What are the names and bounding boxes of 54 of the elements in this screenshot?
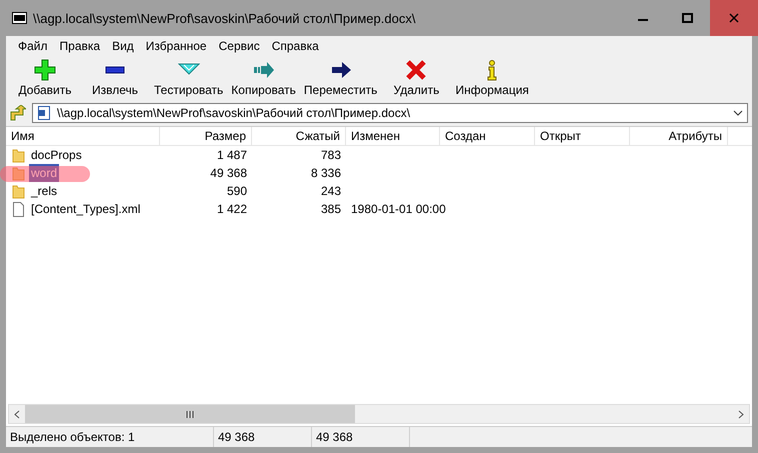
- table-cell-text: 8 336: [310, 165, 342, 182]
- chevron-right-icon: [738, 410, 744, 418]
- folder-icon: [12, 184, 25, 198]
- folder-up-icon[interactable]: [10, 105, 26, 121]
- menu-item[interactable]: Справка: [266, 39, 325, 53]
- menu-item[interactable]: Сервис: [212, 39, 266, 53]
- column-header[interactable]: Создан: [440, 127, 535, 145]
- arrow-icon: [330, 59, 352, 81]
- folder-icon: [12, 166, 25, 180]
- plus-icon: [34, 59, 56, 81]
- grip-icon: [186, 410, 194, 418]
- column-header[interactable]: Атрибуты: [630, 127, 728, 145]
- maximize-icon: [682, 13, 693, 23]
- table-cell-text: 1980-01-01 00:00: [350, 201, 447, 218]
- document-icon: [37, 106, 51, 120]
- status-text: Выделено объектов: 1: [6, 427, 214, 447]
- status-text: 49 368: [214, 427, 312, 447]
- menu-item[interactable]: Вид: [106, 39, 140, 53]
- table-cell-text: 49 368: [209, 165, 248, 182]
- toolbar-button[interactable]: Тестировать: [150, 56, 228, 100]
- folder-icon: [12, 148, 25, 162]
- table-cell-text: 1 422: [216, 201, 248, 218]
- table-cell-text: 243: [320, 183, 342, 200]
- app-icon: [12, 12, 27, 24]
- chevron-left-icon: [14, 410, 20, 418]
- cross-icon: [405, 59, 428, 81]
- horizontal-scrollbar[interactable]: [8, 404, 750, 424]
- file-name[interactable]: [Content_Types].xml: [29, 200, 142, 218]
- file-name[interactable]: docProps: [29, 146, 84, 164]
- file-icon: [12, 202, 25, 216]
- column-header[interactable]: Изменен: [346, 127, 440, 145]
- toolbar-button[interactable]: Переместить: [300, 56, 382, 100]
- address-field[interactable]: \\agp.local\system\NewProf\savoskin\Рабочий стол\Пример.docx\: [32, 103, 748, 123]
- menu-item[interactable]: Файл: [12, 39, 54, 53]
- toolbar-button[interactable]: Извлечь: [80, 56, 150, 100]
- toolbar-button[interactable]: Копировать: [227, 56, 300, 100]
- close-icon: [729, 13, 739, 23]
- window-title: \\agp.local\system\NewProf\savoskin\Рабочий стол\Пример.docx\: [33, 10, 416, 26]
- status-text: 49 368: [312, 427, 410, 447]
- column-header[interactable]: Размер: [160, 127, 252, 145]
- table-cell-text: 1 487: [216, 147, 248, 164]
- file-name[interactable]: _rels: [29, 182, 60, 200]
- toolbar-button[interactable]: Добавить: [10, 56, 80, 100]
- table-cell-text: 590: [226, 183, 248, 200]
- table-cell-text: 385: [320, 201, 342, 218]
- menu-item[interactable]: Правка: [54, 39, 106, 53]
- toolbar-button[interactable]: Удалить: [381, 56, 452, 100]
- column-header[interactable]: Имя: [6, 127, 160, 145]
- menu-item[interactable]: Избранное: [140, 39, 213, 53]
- column-header[interactable]: Сжатый: [252, 127, 346, 145]
- dropdown-icon[interactable]: [733, 109, 743, 117]
- table-cell-text: 783: [320, 147, 342, 164]
- toolbar-button[interactable]: Информация: [451, 56, 533, 100]
- column-header[interactable]: Открыт: [535, 127, 630, 145]
